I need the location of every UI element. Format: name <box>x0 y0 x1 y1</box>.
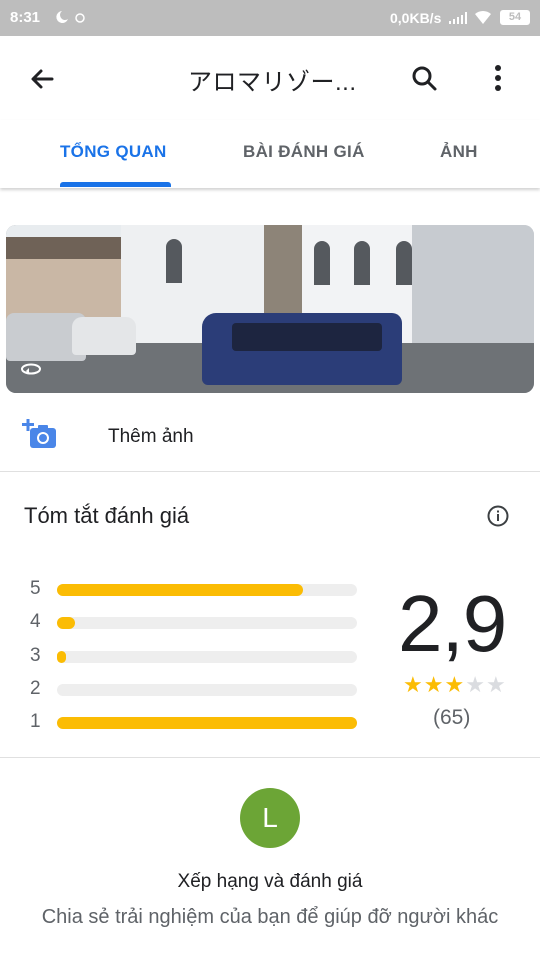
review-count[interactable]: (65) <box>433 706 470 730</box>
star-filled-icon: ★ <box>444 672 465 697</box>
add-photo-row[interactable]: Thêm ảnh <box>0 400 540 472</box>
rating-bar-track <box>57 717 357 729</box>
review-summary-title: Tóm tắt đánh giá <box>24 503 190 528</box>
app-bar: アロマリゾー... <box>0 36 540 120</box>
avatar[interactable]: L <box>240 788 300 848</box>
arrow-back-icon[interactable] <box>22 60 62 100</box>
rate-and-review-subtitle: Chia sẻ trải nghiệm của bạn để giúp đỡ n… <box>41 906 499 928</box>
tab-photos[interactable]: ẢNH <box>440 142 478 162</box>
tab-indicator <box>60 182 171 187</box>
rating-row-label: 5 <box>30 578 41 599</box>
rating-bar-fill <box>57 717 357 729</box>
more-vert-icon[interactable] <box>484 58 512 98</box>
rating-bar-fill <box>57 584 303 596</box>
status-bar: 8:31 0,0KB/s 54 <box>0 0 540 36</box>
add-photo-label: Thêm ảnh <box>108 426 194 447</box>
rotate-360-icon <box>21 363 41 375</box>
search-icon[interactable] <box>404 58 444 98</box>
wifi-icon <box>475 10 491 24</box>
battery-level: 54 <box>508 11 522 23</box>
rating-row-4: 4 <box>0 611 380 635</box>
rate-and-review-title: Xếp hạng và đánh giá <box>177 871 363 892</box>
rating-row-label: 3 <box>30 645 41 666</box>
tab-reviews[interactable]: BÀI ĐÁNH GIÁ <box>243 142 365 162</box>
rating-bar-track <box>57 617 357 629</box>
rating-row-3: 3 <box>0 645 380 669</box>
star-filled-icon: ★ <box>423 672 444 697</box>
street-view-photo[interactable] <box>6 225 534 393</box>
rating-bar-fill <box>57 617 75 629</box>
tab-overview[interactable]: TỔNG QUAN <box>60 142 167 162</box>
page-title: アロマリゾー... <box>188 69 357 96</box>
rating-row-label: 4 <box>30 611 41 632</box>
rating-row-2: 2 <box>0 678 380 702</box>
tab-bar: TỔNG QUAN BÀI ĐÁNH GIÁ ẢNH <box>0 120 540 188</box>
star-empty-icon: ★ <box>485 672 506 697</box>
rating-bar-track <box>57 684 357 696</box>
rating-row-5: 5 <box>0 578 380 602</box>
rating-row-label: 1 <box>30 711 41 732</box>
divider <box>0 757 540 758</box>
average-rating: 2,9 <box>398 579 507 668</box>
add-photo-camera-icon <box>22 419 56 448</box>
star-empty-icon: ★ <box>465 672 485 697</box>
signal-icon <box>449 12 467 24</box>
rating-bar-track <box>57 651 357 663</box>
rating-row-label: 2 <box>30 678 41 699</box>
rating-bar-fill <box>57 651 66 663</box>
star-rating: ★ ★ ★ ★ ★ <box>403 672 506 698</box>
info-icon[interactable] <box>486 504 510 528</box>
status-notification-icons <box>54 9 88 28</box>
network-speed: 0,0KB/s <box>390 10 442 26</box>
rating-bar-track <box>57 584 357 596</box>
status-time: 8:31 <box>10 9 41 26</box>
star-filled-icon: ★ <box>403 672 423 697</box>
moon-icon <box>56 11 85 23</box>
battery-icon: 54 <box>500 10 530 25</box>
rating-row-1: 1 <box>0 711 380 735</box>
